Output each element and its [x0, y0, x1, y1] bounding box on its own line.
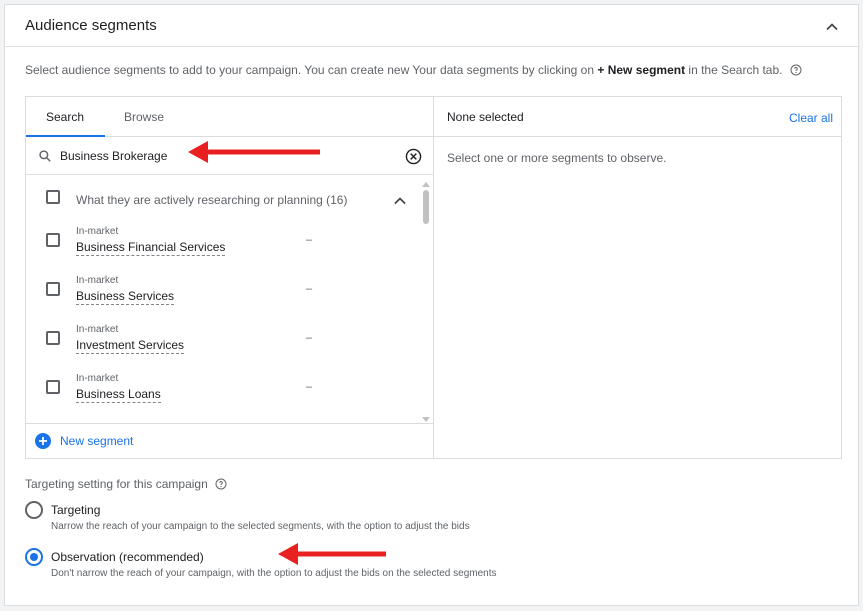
targeting-option-label[interactable]: Targeting: [51, 503, 100, 517]
segment-picker: Search Browse What they are active: [25, 96, 842, 459]
targeting-title-text: Targeting setting for this campaign: [25, 477, 208, 491]
selected-title: None selected: [447, 110, 524, 124]
group-label: What they are actively researching or pl…: [76, 193, 348, 207]
segment-list: What they are actively researching or pl…: [26, 176, 434, 423]
segment-metric: –: [306, 332, 313, 344]
chevron-up-icon[interactable]: [390, 191, 410, 211]
segment-checkbox[interactable]: [46, 233, 60, 247]
chevron-up-icon[interactable]: [822, 17, 842, 37]
list-item[interactable]: In-market Business Financial Services –: [26, 226, 434, 275]
scroll-thumb[interactable]: [423, 190, 429, 224]
segment-metric: –: [306, 234, 313, 246]
tab-browse[interactable]: Browse: [124, 110, 164, 124]
scroll-down-arrow-icon[interactable]: [422, 417, 430, 422]
observation-option-label[interactable]: Observation (recommended): [51, 550, 204, 564]
tab-search[interactable]: Search: [46, 110, 84, 124]
description: Select audience segments to add to your …: [25, 63, 802, 77]
card-header[interactable]: Audience segments: [5, 5, 858, 47]
new-segment-button[interactable]: New segment: [26, 423, 434, 458]
help-icon[interactable]: [790, 64, 802, 76]
group-checkbox[interactable]: [46, 190, 60, 204]
segment-category: In-market: [76, 324, 119, 335]
list-item[interactable]: In-market Investment Services –: [26, 324, 434, 373]
tab-bar: Search Browse: [26, 97, 434, 137]
search-icon: [39, 150, 51, 162]
card-title: Audience segments: [25, 17, 157, 34]
segment-group-header[interactable]: What they are actively researching or pl…: [26, 176, 434, 220]
clear-all-button[interactable]: Clear all: [789, 111, 833, 125]
list-scrollbar[interactable]: [422, 182, 430, 422]
list-item[interactable]: In-market Business Services –: [26, 275, 434, 324]
segment-checkbox[interactable]: [46, 282, 60, 296]
segment-name[interactable]: Business Financial Services: [76, 240, 226, 256]
segment-category: In-market: [76, 226, 119, 237]
targeting-radio[interactable]: [25, 501, 43, 519]
targeting-setting-title: Targeting setting for this campaign: [25, 477, 227, 491]
annotation-arrow-icon: [188, 141, 320, 163]
scroll-up-arrow-icon[interactable]: [422, 182, 430, 187]
segment-checkbox[interactable]: [46, 380, 60, 394]
description-text-end: in the Search tab.: [685, 63, 783, 77]
segment-category: In-market: [76, 275, 119, 286]
segment-metric: –: [306, 381, 313, 393]
clear-search-icon[interactable]: [405, 148, 422, 165]
description-text: Select audience segments to add to your …: [25, 63, 598, 77]
selected-empty-hint: Select one or more segments to observe.: [447, 151, 667, 165]
segment-name[interactable]: Investment Services: [76, 338, 185, 354]
observation-radio[interactable]: [25, 548, 43, 566]
segment-name[interactable]: Business Loans: [76, 387, 161, 403]
annotation-arrow-icon: [278, 543, 386, 565]
segment-checkbox[interactable]: [46, 331, 60, 345]
segment-category: In-market: [76, 373, 119, 384]
list-item[interactable]: In-market Business Loans –: [26, 373, 434, 422]
description-new-segment: + New segment: [597, 63, 686, 77]
add-circle-icon: [35, 433, 51, 449]
targeting-option-description: Narrow the reach of your campaign to the…: [51, 521, 470, 532]
segment-metric: –: [306, 283, 313, 295]
audience-segments-card: Audience segments Select audience segmen…: [4, 4, 859, 606]
new-segment-label: New segment: [60, 434, 134, 448]
segment-name[interactable]: Business Services: [76, 289, 175, 305]
selected-pane: None selected Clear all Select one or mo…: [434, 97, 841, 458]
selected-header: None selected Clear all: [434, 97, 841, 137]
help-icon[interactable]: [215, 478, 227, 490]
observation-option-description: Don't narrow the reach of your campaign,…: [51, 568, 497, 579]
